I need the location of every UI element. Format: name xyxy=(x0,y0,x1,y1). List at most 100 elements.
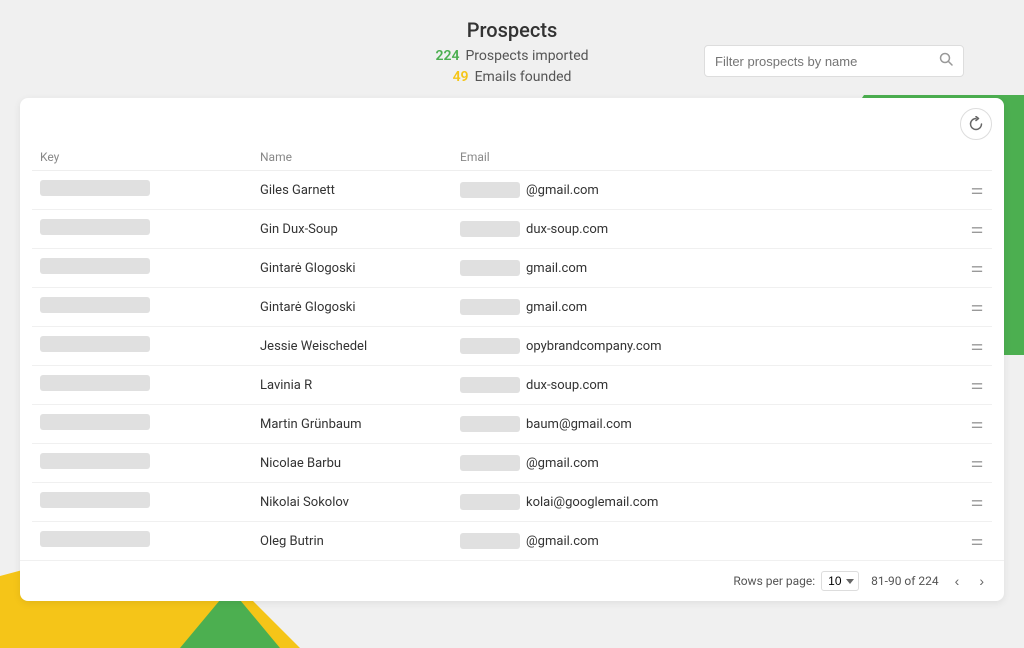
table-row: Gintarė Glogoskigmail.com⚌ xyxy=(32,288,992,327)
table-row: Martin Grünbaumbaum@gmail.com⚌ xyxy=(32,405,992,444)
email-blur xyxy=(460,377,520,393)
refresh-button[interactable] xyxy=(960,108,992,140)
table-row: Giles Garnett @gmail.com ⚌ xyxy=(32,171,992,210)
delete-button[interactable]: ⚌ xyxy=(971,182,984,198)
email-cell: dux-soup.com xyxy=(452,210,962,249)
name-cell: Nicolae Barbu xyxy=(252,444,452,483)
prospects-table: Key Name Email Giles Garnett@gmail.com⚌G… xyxy=(32,144,992,560)
delete-button[interactable]: ⚌ xyxy=(971,455,984,471)
emails-founded-line: 49 Emails founded xyxy=(453,67,572,88)
search-input[interactable] xyxy=(715,54,939,69)
email-blur xyxy=(460,533,520,549)
col-header-email: Email xyxy=(452,144,962,171)
refresh-btn-wrapper xyxy=(20,98,1004,144)
email-visible: dux-soup.com xyxy=(526,222,608,237)
table-header-row: Key Name Email xyxy=(32,144,992,171)
key-cell xyxy=(32,210,252,249)
email-cell: gmail.com xyxy=(452,249,962,288)
email-cell: @gmail.com xyxy=(452,522,962,561)
key-placeholder xyxy=(40,375,150,391)
delete-button[interactable]: ⚌ xyxy=(971,416,984,432)
email-blur xyxy=(460,416,520,432)
table-row: Nikolai Sokolov kolai@googlemail.com ⚌ xyxy=(32,483,992,522)
emails-count: 49 xyxy=(453,67,469,88)
action-cell: ⚌ xyxy=(962,210,992,249)
name-cell: Giles Garnett xyxy=(252,171,452,210)
next-page-button[interactable]: › xyxy=(975,571,988,591)
main-card: Key Name Email Giles Garnett@gmail.com⚌G… xyxy=(20,98,1004,601)
delete-button[interactable]: ⚌ xyxy=(971,338,984,354)
action-cell: ⚌ xyxy=(962,366,992,405)
delete-button[interactable]: ⚌ xyxy=(971,377,984,393)
table-row: Nicolae Barbu @gmail.com ⚌ xyxy=(32,444,992,483)
name-cell: Gin Dux-Soup xyxy=(252,210,452,249)
email-blur xyxy=(460,221,520,237)
email-visible: @gmail.com xyxy=(526,183,599,198)
email-blur xyxy=(460,182,520,198)
header-stats: 224 Prospects imported 49 Emails founded xyxy=(435,46,588,88)
table-row: Gintarė Glogoski gmail.com ⚌ xyxy=(32,249,992,288)
pagination: Rows per page: 10 5 25 50 81-90 of 224 ‹… xyxy=(20,560,1004,601)
email-cell: @gmail.com xyxy=(452,444,962,483)
page-info: 81-90 of 224 xyxy=(871,574,939,588)
action-cell: ⚌ xyxy=(962,522,992,561)
key-cell xyxy=(32,483,252,522)
table-row: Jessie Weischedelopybrandcompany.com⚌ xyxy=(32,327,992,366)
key-placeholder xyxy=(40,258,150,274)
email-cell: @gmail.com xyxy=(452,171,962,210)
email-visible: kolai@googlemail.com xyxy=(526,495,658,510)
key-placeholder xyxy=(40,180,150,196)
email-visible: dux-soup.com xyxy=(526,378,608,393)
key-placeholder xyxy=(40,219,150,235)
key-cell xyxy=(32,366,252,405)
delete-button[interactable]: ⚌ xyxy=(971,260,984,276)
name-cell: Oleg Butrin xyxy=(252,522,452,561)
imported-count: 224 xyxy=(435,46,459,67)
action-cell: ⚌ xyxy=(962,288,992,327)
name-cell: Gintarė Glogoski xyxy=(252,249,452,288)
key-cell xyxy=(32,171,252,210)
key-cell xyxy=(32,327,252,366)
email-cell: baum@gmail.com xyxy=(452,405,962,444)
key-placeholder xyxy=(40,453,150,469)
key-cell xyxy=(32,444,252,483)
key-cell xyxy=(32,288,252,327)
rows-per-page-select[interactable]: 10 5 25 50 xyxy=(821,571,859,591)
email-visible: gmail.com xyxy=(526,300,587,315)
email-visible: gmail.com xyxy=(526,261,587,276)
email-blur xyxy=(460,260,520,276)
name-cell: Lavinia R xyxy=(252,366,452,405)
key-cell xyxy=(32,522,252,561)
col-header-name: Name xyxy=(252,144,452,171)
search-container xyxy=(704,45,964,77)
name-cell: Nikolai Sokolov xyxy=(252,483,452,522)
delete-button[interactable]: ⚌ xyxy=(971,533,984,549)
key-cell xyxy=(32,249,252,288)
action-cell: ⚌ xyxy=(962,327,992,366)
delete-button[interactable]: ⚌ xyxy=(971,299,984,315)
email-blur xyxy=(460,338,520,354)
email-cell: gmail.com xyxy=(452,288,962,327)
email-blur xyxy=(460,494,520,510)
email-visible: opybrandcompany.com xyxy=(526,339,662,354)
email-cell: kolai@googlemail.com xyxy=(452,483,962,522)
key-placeholder xyxy=(40,336,150,352)
email-blur xyxy=(460,299,520,315)
action-cell: ⚌ xyxy=(962,405,992,444)
key-placeholder xyxy=(40,297,150,313)
search-wrapper xyxy=(704,45,964,77)
action-cell: ⚌ xyxy=(962,444,992,483)
emails-label: Emails founded xyxy=(475,67,572,88)
col-header-key: Key xyxy=(32,144,252,171)
page-title: Prospects xyxy=(467,18,558,42)
email-visible: @gmail.com xyxy=(526,456,599,471)
search-icon xyxy=(939,52,953,70)
email-blur xyxy=(460,455,520,471)
delete-button[interactable]: ⚌ xyxy=(971,494,984,510)
delete-button[interactable]: ⚌ xyxy=(971,221,984,237)
key-placeholder xyxy=(40,531,150,547)
table-row: Oleg Butrin@gmail.com ⚌ xyxy=(32,522,992,561)
table-wrapper: Key Name Email Giles Garnett@gmail.com⚌G… xyxy=(20,144,1004,560)
prev-page-button[interactable]: ‹ xyxy=(951,571,964,591)
table-row: Gin Dux-Soup dux-soup.com ⚌ xyxy=(32,210,992,249)
